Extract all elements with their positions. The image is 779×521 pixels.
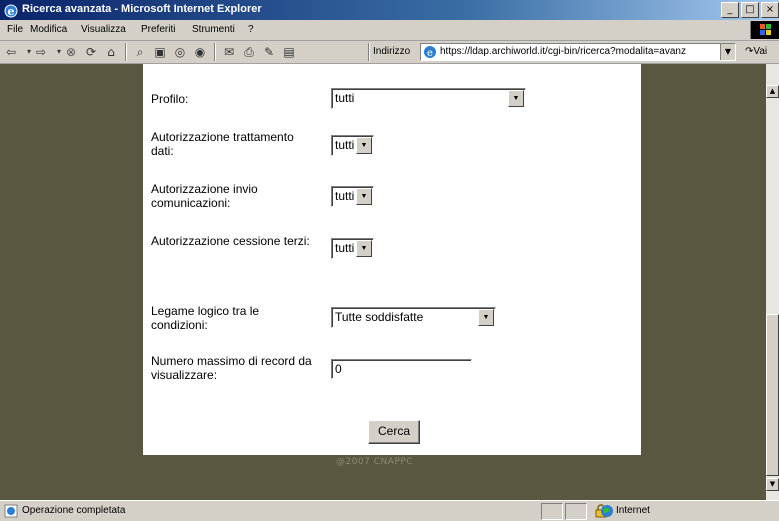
menu-modifica[interactable]: Modifica [30,24,67,35]
search-icon[interactable]: ⌕ [132,44,148,60]
copyright-text: @2007 CNAPPC [336,457,414,467]
zone-label: Internet [616,505,650,516]
windows-flag-icon [750,21,779,39]
svg-text:e: e [8,5,15,18]
address-url[interactable]: https://ldap.archiworld.it/cgi-bin/ricer… [440,46,686,57]
menu-help[interactable]: ? [248,24,254,35]
page-viewport: Profilo: tutti ▼ Autorizzazione trattame… [0,64,766,500]
edit-icon[interactable]: ✎ [261,44,277,60]
svg-text:e: e [427,48,433,59]
globe-icon [601,505,613,517]
minimize-button[interactable]: _ [721,2,739,18]
page-icon: e [424,46,436,59]
address-dropdown-icon[interactable]: ▼ [720,44,735,60]
invio-value: tutti [335,189,355,203]
status-panel [541,503,563,520]
status-bar: Operazione completata Internet [0,500,779,521]
cerca-button[interactable]: Cerca [368,420,420,444]
vertical-scrollbar[interactable]: ▲ ▼ [766,64,779,500]
menu-preferiti[interactable]: Preferiti [141,24,175,35]
stop-icon[interactable]: ⊗ [63,44,79,60]
print-icon[interactable]: ⎙ [241,44,257,60]
legame-select[interactable]: Tutte soddisfatte ▼ [331,307,496,328]
window-titlebar: e Ricerca avanzata - Microsoft Internet … [0,0,779,20]
home-icon[interactable]: ⌂ [103,44,119,60]
invio-select[interactable]: tutti ▼ [331,186,374,207]
profilo-value: tutti [335,91,355,105]
back-icon[interactable]: ⇦ [3,44,19,60]
maximize-button[interactable]: □ [741,2,759,18]
cessione-value: tutti [335,241,355,255]
trattamento-value: tutti [335,138,355,152]
chevron-down-icon[interactable]: ▼ [356,188,372,205]
scroll-down-icon[interactable]: ▼ [766,478,779,491]
status-panel [565,503,587,520]
menu-strumenti[interactable]: Strumenti [192,24,235,35]
address-bar[interactable]: e https://ldap.archiworld.it/cgi-bin/ric… [420,43,736,61]
numero-input[interactable]: 0 [331,359,472,379]
numero-value: 0 [335,362,342,376]
trattamento-select[interactable]: tutti ▼ [331,135,374,156]
mail-icon[interactable]: ✉ [221,44,237,60]
invio-label: Autorizzazione invio comunicazioni: [151,182,258,210]
close-button[interactable]: × [761,2,779,18]
search-form: Profilo: tutti ▼ Autorizzazione trattame… [143,64,641,455]
refresh-icon[interactable]: ⟳ [83,44,99,60]
menu-visualizza[interactable]: Visualizza [81,24,126,35]
address-label: Indirizzo [373,46,411,57]
numero-label: Numero massimo di record da visualizzare… [151,354,312,382]
chevron-down-icon[interactable]: ▼ [478,309,494,326]
trattamento-label: Autorizzazione trattamento dati: [151,130,294,158]
chevron-down-icon[interactable]: ▼ [356,137,372,154]
media-icon[interactable]: ◉ [192,44,208,60]
chevron-down-icon[interactable]: ▼ [508,90,524,107]
scroll-up-icon[interactable]: ▲ [766,85,779,98]
forward-icon[interactable]: ⇨ [33,44,49,60]
cessione-select[interactable]: tutti ▼ [331,238,374,259]
go-button[interactable]: ↷Vai [745,46,767,57]
legame-value: Tutte soddisfatte [335,310,424,324]
menu-file[interactable]: File [7,24,23,35]
profilo-select[interactable]: tutti ▼ [331,88,526,109]
scroll-thumb[interactable] [766,314,779,476]
legame-label: Legame logico tra le condizioni: [151,304,260,332]
profilo-label: Profilo: [151,92,189,106]
window-title: Ricerca avanzata - Microsoft Internet Ex… [22,3,262,15]
status-text: Operazione completata [22,505,126,516]
ie-logo-icon: e [4,4,18,18]
toolbar: ⇦ ▾ ⇨ ▾ ⊗ ⟳ ⌂ ⌕ ▣ ◎ ◉ ✉ ⎙ ✎ ▤ Indirizzo … [0,41,779,64]
favorites-icon[interactable]: ▣ [152,44,168,60]
chevron-down-icon[interactable]: ▼ [356,240,372,257]
discuss-icon[interactable]: ▤ [281,44,297,60]
cessione-label: Autorizzazione cessione terzi: [151,234,310,248]
page-done-icon [4,504,18,518]
menu-bar: File Modifica Visualizza Preferiti Strum… [0,20,779,41]
history-icon[interactable]: ◎ [172,44,188,60]
